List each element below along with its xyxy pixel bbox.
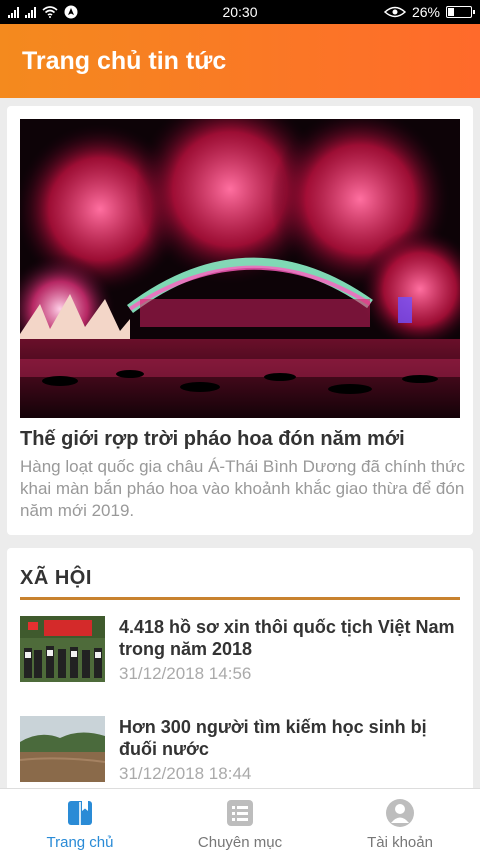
list-item[interactable]: Hơn 300 người tìm kiếm học sinh bị đuối … — [20, 716, 465, 793]
tab-account-label: Tài khoản — [367, 834, 433, 851]
page-title: Trang chủ tin tức — [22, 46, 227, 75]
featured-image — [20, 119, 460, 418]
bottom-navigation: Trang chủ Chuyên mục Tài khoản — [0, 788, 480, 853]
section-xa-hoi: XÃ HỘI 4.418 hồ sơ xin thôi quốc tịch Vi… — [7, 548, 473, 793]
tab-categories[interactable]: Chuyên mục — [160, 789, 320, 853]
section-title[interactable]: XÃ HỘI — [20, 567, 92, 590]
list-icon — [227, 800, 253, 826]
featured-summary: Hàng loạt quốc gia châu Á-Thái Bình Dươn… — [20, 457, 466, 520]
signal-2-icon — [25, 6, 36, 18]
news-thumbnail — [20, 616, 105, 682]
battery-icon — [446, 6, 475, 18]
tab-categories-label: Chuyên mục — [197, 834, 283, 851]
navigation-icon — [64, 5, 78, 19]
news-timestamp: 31/12/2018 14:56 — [119, 664, 252, 683]
wifi-icon — [42, 6, 58, 18]
eye-icon — [383, 6, 406, 18]
news-thumbnail — [20, 716, 105, 782]
featured-article[interactable]: Thế giới rợp trời pháo hoa đón năm mới H… — [7, 106, 473, 535]
list-item[interactable]: 4.418 hồ sơ xin thôi quốc tịch Việt Nam … — [20, 616, 465, 696]
battery-fill — [448, 8, 454, 16]
status-bar: 20:30 26% — [0, 0, 480, 24]
tab-account[interactable]: Tài khoản — [320, 789, 480, 853]
user-icon — [386, 799, 414, 827]
tab-home-label: Trang chủ — [46, 834, 114, 851]
app-header: Trang chủ tin tức — [0, 24, 480, 98]
news-title: 4.418 hồ sơ xin thôi quốc tịch Việt Nam … — [119, 617, 455, 659]
river-thumbnail — [20, 716, 105, 782]
ceremony-thumbnail — [20, 616, 105, 682]
tab-home[interactable]: Trang chủ — [0, 789, 160, 853]
signal-icon — [8, 6, 19, 18]
featured-title: Thế giới rợp trời pháo hoa đón năm mới — [20, 428, 405, 450]
battery-percent: 26% — [411, 4, 440, 20]
section-divider — [20, 597, 460, 600]
fireworks-illustration — [20, 119, 460, 418]
book-icon — [68, 801, 92, 825]
news-timestamp: 31/12/2018 18:44 — [119, 764, 252, 783]
news-title: Hơn 300 người tìm kiếm học sinh bị đuối … — [119, 717, 427, 759]
